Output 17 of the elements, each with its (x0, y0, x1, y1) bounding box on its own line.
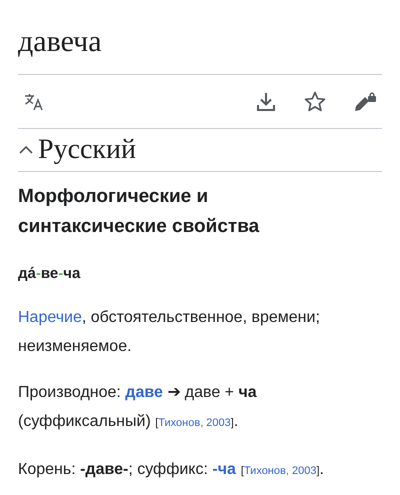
section-title[interactable]: Русский (38, 130, 136, 170)
star-icon[interactable] (304, 91, 326, 112)
subsection-heading: Морфологические и синтаксические свойства (18, 185, 260, 239)
paragraph: Производное: даве ➔ даве + ча (суффиксальный) [Тихонов, 2003]. (18, 383, 258, 432)
hyphenation: да́-ве-ча (18, 264, 80, 284)
collapse-icon[interactable] (18, 145, 34, 155)
reference-link[interactable]: Тихонов, 2003 (158, 417, 231, 429)
reference-link[interactable]: Тихонов, 2003 (244, 465, 316, 477)
page-title: давеча (18, 24, 103, 60)
link[interactable]: даве (125, 384, 163, 401)
paragraph: Наречие, обстоятельственное, времени; неизменяемое. (18, 308, 321, 357)
locked-pencil-icon[interactable] (354, 92, 376, 112)
paragraph: Корень: -даве-; суффикс: -ча [Тихонов, 2003]. (18, 460, 325, 480)
link[interactable]: Наречие (18, 309, 82, 326)
reference: [Тихонов, 2003] (240, 465, 320, 477)
download-icon[interactable] (256, 92, 276, 112)
link[interactable]: -ча (212, 461, 236, 478)
